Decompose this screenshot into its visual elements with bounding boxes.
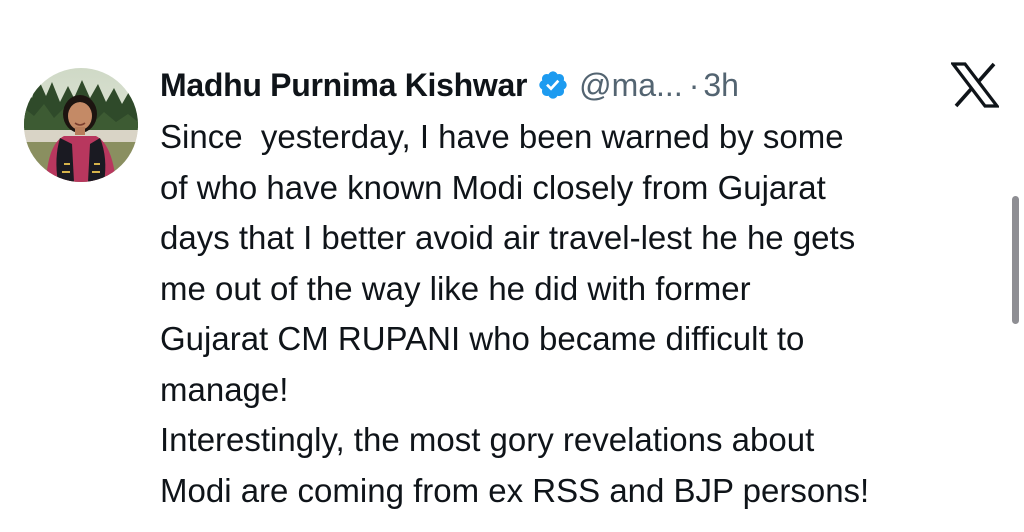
verified-badge-icon bbox=[537, 69, 569, 101]
tweet-text: Since yesterday, I have been warned by s… bbox=[160, 112, 1000, 516]
tweet-text-line: of who have known Modi closely from Guja… bbox=[160, 168, 826, 206]
author-display-name[interactable]: Madhu Purnima Kishwar bbox=[160, 67, 527, 104]
timestamp[interactable]: 3h bbox=[703, 67, 739, 104]
tweet-text-line: manage! bbox=[160, 370, 289, 408]
separator-dot: · bbox=[688, 66, 700, 103]
scrollbar[interactable] bbox=[1012, 196, 1019, 324]
tweet-text-line: Gujarat CM RUPANI who became difficult t… bbox=[160, 320, 805, 357]
x-logo-icon[interactable] bbox=[949, 62, 1001, 108]
tweet-text-line: Interestingly, the most gory revelations… bbox=[160, 421, 815, 458]
tweet-header: Madhu Purnima Kishwar @ma... · 3h bbox=[160, 60, 739, 110]
avatar[interactable] bbox=[24, 68, 138, 182]
tweet-card[interactable]: Madhu Purnima Kishwar @ma... · 3h Since … bbox=[0, 0, 1024, 532]
tweet-text-line: Modi are coming from ex RSS and BJP pers… bbox=[160, 471, 870, 509]
profile-photo bbox=[24, 68, 138, 182]
author-handle[interactable]: @ma... bbox=[579, 67, 683, 104]
tweet-text-line: days that I better avoid air travel-lest… bbox=[160, 219, 856, 256]
tweet-text-line: me out of the way like he did with forme… bbox=[160, 269, 751, 307]
tweet-text-line: Since yesterday, I have been warned by s… bbox=[160, 118, 844, 155]
